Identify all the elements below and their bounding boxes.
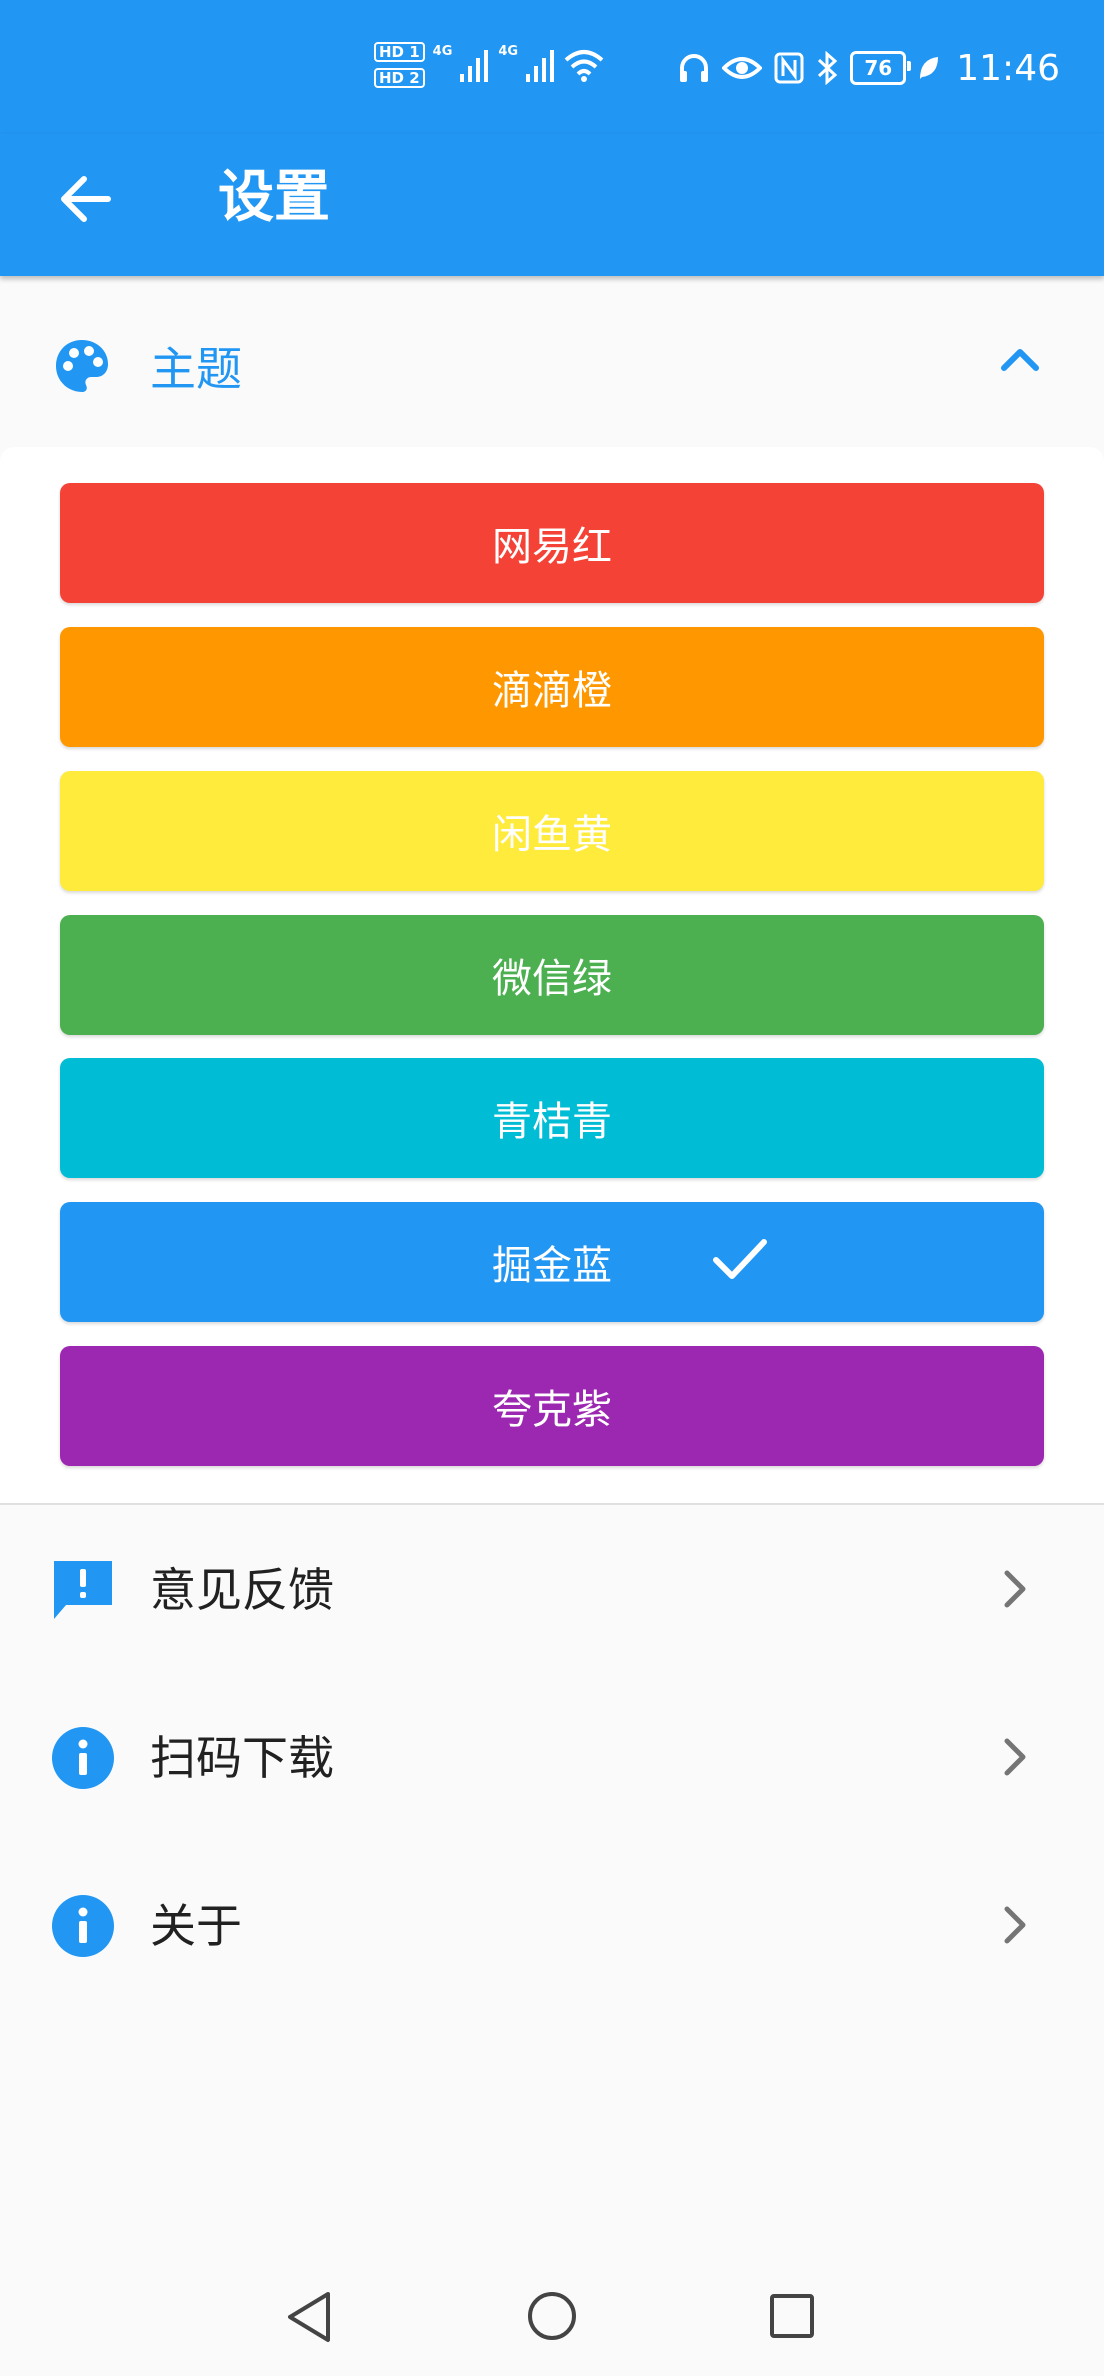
network-type-1: 4G [432,44,453,59]
chevron-right-icon [1004,1906,1026,1944]
status-bar: HD 1 HD 2 4G 4G 76 11:46 [0,0,1104,134]
theme-option-green[interactable]: 微信绿 [60,915,1044,1035]
headphones-icon [680,54,709,82]
signal-indicators: HD 1 HD 2 4G 4G [374,38,604,92]
info-icon [52,1727,114,1789]
theme-option-orange[interactable]: 滴滴橙 [60,627,1044,747]
theme-option-yellow[interactable]: 闲鱼黄 [60,771,1044,891]
system-indicators: 76 11:46 [678,38,1060,98]
signal-icon [460,50,489,82]
chevron-up-icon [1001,349,1039,371]
theme-option-blue[interactable]: 掘金蓝 [60,1202,1044,1322]
page-title: 设置 [218,165,330,230]
back-button[interactable] [50,164,120,234]
theme-option-label: 青桔青 [492,1099,612,1145]
app-bar: 设置 [0,134,1104,276]
signal-icon [526,50,555,82]
sim2-badge: HD 2 [374,68,425,88]
theme-option-label: 滴滴橙 [492,668,612,714]
menu-item-about[interactable]: 关于 [0,1851,1104,2001]
nav-recents-icon[interactable] [768,2292,816,2340]
theme-option-label: 掘金蓝 [492,1243,612,1289]
clock: 11:46 [956,47,1060,89]
theme-option-label: 微信绿 [492,956,612,1002]
theme-section-header[interactable]: 主题 [0,290,1104,450]
theme-option-red[interactable]: 网易红 [60,483,1044,603]
theme-option-cyan[interactable]: 青桔青 [60,1058,1044,1178]
nfc-icon [774,52,804,84]
sim-badges: HD 1 HD 2 [374,42,425,88]
wifi-icon [564,50,604,82]
palette-icon [56,340,108,392]
check-icon [713,1239,767,1279]
arrow-back-icon [61,176,111,222]
nav-home-icon[interactable] [526,2290,578,2342]
menu-item-scan-download[interactable]: 扫码下载 [0,1683,1104,1833]
eye-comfort-icon [722,57,763,79]
chevron-right-icon [1004,1738,1026,1776]
menu-item-feedback[interactable]: 意见反馈 [0,1515,1104,1665]
theme-option-label: 网易红 [492,524,612,570]
menu-item-label: 扫码下载 [150,1731,334,1785]
info-icon [52,1895,114,1957]
sim1-badge: HD 1 [374,42,425,62]
theme-options-panel: 网易红 滴滴橙 闲鱼黄 微信绿 青桔青 掘金蓝 夸克紫 [0,447,1104,1505]
bluetooth-icon [818,51,838,85]
feedback-icon [54,1561,112,1619]
leaf-icon [920,57,939,79]
theme-option-label: 夸克紫 [492,1387,612,1433]
chevron-right-icon [1004,1570,1026,1608]
network-type-2: 4G [498,44,519,59]
system-nav-bar [0,2250,1104,2376]
menu-item-label: 意见反馈 [150,1563,334,1617]
theme-option-purple[interactable]: 夸克紫 [60,1346,1044,1466]
menu-item-label: 关于 [150,1899,242,1953]
theme-section-label: 主题 [150,342,242,396]
battery-icon: 76 [850,51,912,85]
theme-option-label: 闲鱼黄 [492,812,612,858]
nav-back-icon[interactable] [284,2290,334,2344]
